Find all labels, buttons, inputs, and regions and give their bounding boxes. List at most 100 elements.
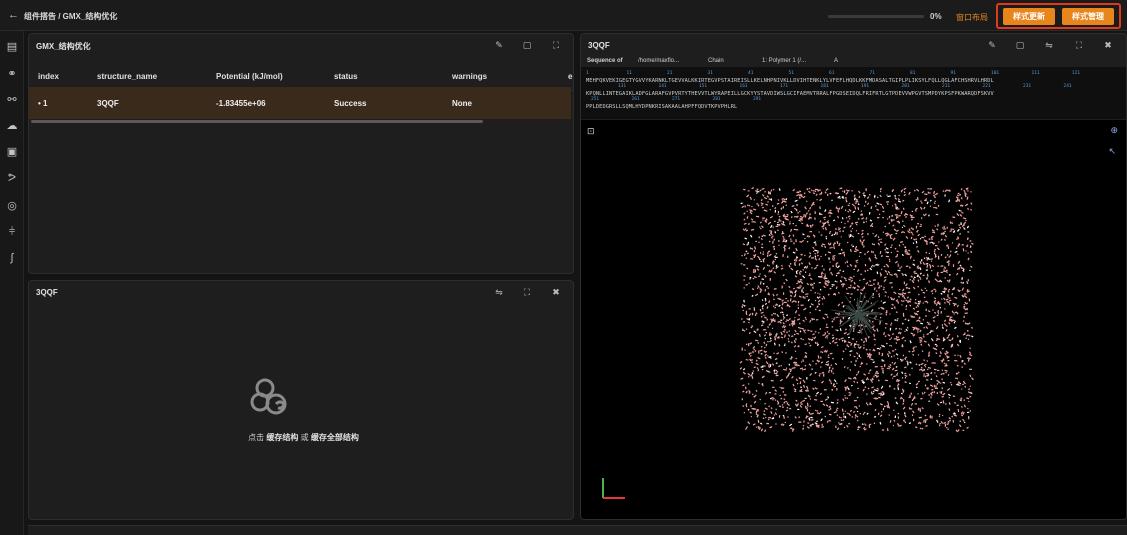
branch-icon[interactable]: ᕗ [5, 171, 19, 185]
cloud-icon[interactable]: ☁ [5, 119, 19, 133]
sequence-area[interactable]: 1 11 21 31 41 51 61 71 81 91 101 111 121 MEHFQKVEKIG… [581, 67, 1126, 119]
fullscreen-icon[interactable]: ⛶ [521, 286, 533, 298]
cache-structure-link[interactable]: 缓存结构 [266, 433, 298, 442]
structure-cache-panel: 3QQF ⇋ ⛶ ✖ 点击 缓存结构 或 缓存全部结构 [28, 280, 574, 520]
panel-title: 3QQF [588, 41, 610, 50]
style-update-button[interactable]: 样式更新 [1003, 8, 1055, 25]
column-header[interactable]: warnings [452, 72, 487, 81]
sequence-number: 261 [631, 97, 640, 102]
sequence-number: 131 [618, 84, 627, 89]
cell-structure-name: 3QQF [97, 99, 119, 108]
panel-header: 3QQF ⇋ ⛶ ✖ [29, 281, 573, 303]
file-icon[interactable]: ▢ [521, 39, 533, 51]
sequence-number: 11 [626, 71, 632, 76]
sequence-number: 241 [1063, 84, 1072, 89]
structure-viewer-panel: 3QQF ✎ ▢ ⇋ ⛶ ✖ Sequence of /home/maxflo.… [580, 33, 1127, 520]
reset-view-icon[interactable]: ⊕ [1110, 125, 1118, 136]
sequence-line[interactable]: MEHFQKVEKIGEGTYGVVYKARNKLTGEVVALKKIRTEGV… [586, 78, 994, 84]
chain-label: Chain [708, 58, 724, 64]
column-header[interactable]: status [334, 72, 358, 81]
molecule-logo-icon [250, 378, 287, 415]
sequence-number: 41 [748, 71, 754, 76]
sequence-number: 271 [672, 97, 681, 102]
window-layout-link[interactable]: 窗口布局 [956, 12, 988, 23]
swap-icon[interactable]: ⇋ [493, 286, 505, 298]
sequence-number: 281 [712, 97, 721, 102]
breadcrumb: 组件搭告 / GMX_结构优化 [24, 12, 118, 21]
grid-icon[interactable]: ▤ [5, 40, 19, 54]
sequence-number: 1 [586, 71, 589, 76]
sequence-number: 231 [1023, 84, 1032, 89]
sequence-number: 171 [780, 84, 789, 89]
sequence-of-label: Sequence of [587, 58, 623, 64]
empty-message-or: 或 [300, 433, 309, 442]
back-arrow-icon[interactable]: ← [8, 9, 19, 21]
progress-bar [828, 15, 924, 18]
3d-viewer-canvas[interactable]: ⊡ ⊕ ↖ [581, 120, 1126, 519]
cell-index: • 1 [38, 99, 48, 108]
sequence-number: 71 [869, 71, 875, 76]
sequence-number: 151 [699, 84, 708, 89]
top-bar: ← 组件搭告 / GMX_结构优化 0% 窗口布局 样式更新 样式管理 [0, 0, 1127, 31]
table-row[interactable]: • 1 3QQF -1.83455e+06 Success None [29, 87, 571, 119]
panel-title: 3QQF [36, 288, 58, 297]
swap-icon[interactable]: ⇋ [1043, 39, 1055, 51]
fullscreen-icon[interactable]: ⛶ [550, 39, 562, 51]
image-icon[interactable]: ▣ [5, 145, 19, 159]
edit-icon[interactable]: ✎ [493, 39, 505, 51]
molecule-structure[interactable] [738, 184, 976, 434]
horizontal-scrollbar[interactable] [31, 120, 483, 123]
select-pointer-icon[interactable]: ↖ [1108, 146, 1116, 157]
bottom-panel-strip [28, 525, 1127, 535]
column-header[interactable]: index [38, 72, 59, 81]
sequence-number: 61 [829, 71, 835, 76]
edit-icon[interactable]: ✎ [986, 39, 998, 51]
sliders-icon[interactable]: ⫩ [5, 225, 19, 239]
style-manage-button[interactable]: 样式管理 [1062, 8, 1114, 25]
polymer-select[interactable]: 1: Polymer 1 (/... [762, 58, 806, 64]
sequence-number: 201 [901, 84, 910, 89]
sequence-toolbar: Sequence of /home/maxflo... Chain 1: Pol… [581, 56, 1126, 67]
sequence-number: 181 [820, 84, 829, 89]
sequence-number: 81 [910, 71, 916, 76]
panel-header: 3QQF ✎ ▢ ⇋ ⛶ ✖ [581, 34, 1126, 56]
panel-title: GMX_结构优化 [36, 42, 91, 51]
cell-warnings: None [452, 99, 472, 108]
table-panel: GMX_结构优化 ✎ ▢ ⛶ index structure_name Pote… [28, 33, 574, 274]
flow-icon[interactable]: ∫ [5, 251, 19, 265]
sequence-line[interactable]: KPQNLLINTEGAIKLADFGLARAFGVPVRTYTHEVVTLWY… [586, 91, 994, 97]
progress-text: 0% [930, 12, 942, 21]
molecule-icon[interactable]: ⚭ [5, 67, 19, 81]
cache-all-structures-link[interactable]: 缓存全部结构 [311, 433, 359, 442]
sequence-line[interactable]: PPLDEDGRSLLSQMLHYDPNKRISAKAALAHPFFQDVTKP… [586, 104, 737, 110]
file-icon[interactable]: ▢ [1014, 39, 1026, 51]
sequence-number: 121 [1072, 71, 1081, 76]
empty-message: 点击 缓存结构 或 缓存全部结构 [29, 432, 573, 443]
sequence-path-select[interactable]: /home/maxflo... [638, 58, 679, 64]
sequence-number: 111 [1031, 71, 1040, 76]
axes-indicator-icon [602, 478, 625, 499]
sequence-number: 191 [861, 84, 870, 89]
sequence-number: 161 [739, 84, 748, 89]
sequence-number: 251 [591, 97, 600, 102]
atoms-icon[interactable]: ⚯ [5, 93, 19, 107]
target-icon[interactable]: ◎ [5, 199, 19, 213]
cell-status: Success [334, 99, 367, 108]
column-header[interactable]: e [568, 72, 572, 81]
sequence-number: 101 [991, 71, 1000, 76]
sequence-number: 21 [667, 71, 673, 76]
sequence-number: 141 [658, 84, 667, 89]
chain-id-select[interactable]: A [834, 58, 838, 64]
sequence-number: 211 [942, 84, 951, 89]
close-icon[interactable]: ✖ [550, 286, 562, 298]
column-header[interactable]: structure_name [97, 72, 157, 81]
screenshot-icon[interactable]: ⊡ [587, 126, 595, 137]
close-icon[interactable]: ✖ [1102, 39, 1114, 51]
cell-potential: -1.83455e+06 [216, 99, 266, 108]
sequence-number: 291 [753, 97, 762, 102]
sequence-number: 91 [950, 71, 956, 76]
sequence-number: 221 [982, 84, 991, 89]
column-header[interactable]: Potential (kJ/mol) [216, 72, 283, 81]
sequence-number: 31 [707, 71, 713, 76]
fullscreen-icon[interactable]: ⛶ [1073, 39, 1085, 51]
